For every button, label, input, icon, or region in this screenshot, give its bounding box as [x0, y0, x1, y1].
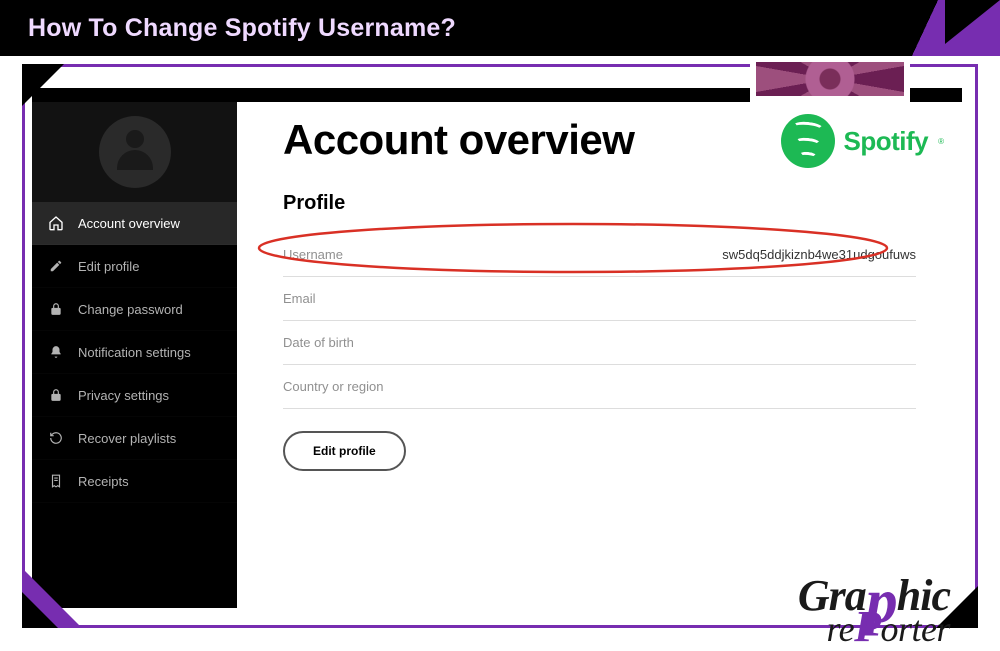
sidebar-item-label: Account overview	[78, 216, 180, 231]
spotify-wordmark: Spotify	[843, 126, 928, 157]
sidebar-item-label: Change password	[78, 302, 183, 317]
lock-icon	[46, 299, 66, 319]
field-label: Email	[283, 291, 316, 306]
profile-field-email: Email	[283, 277, 916, 321]
now-playing-album-art	[750, 56, 910, 102]
home-icon	[46, 213, 66, 233]
receipt-icon	[46, 471, 66, 491]
spotify-account-page: Account overview Edit profile Change pas…	[32, 88, 962, 608]
account-main-panel: Account overview Spotify® Profile Userna…	[237, 88, 962, 608]
bell-icon	[46, 342, 66, 362]
sidebar-nav-list: Account overview Edit profile Change pas…	[32, 202, 237, 503]
watermark-accent-p: p	[866, 585, 897, 617]
spotify-logo-icon	[781, 114, 835, 168]
lock-icon	[46, 385, 66, 405]
profile-field-country: Country or region	[283, 365, 916, 409]
sidebar-item-notification-settings[interactable]: Notification settings	[32, 331, 237, 374]
content-wrapper: Account overview Edit profile Change pas…	[0, 56, 1000, 650]
watermark-text: re	[826, 609, 854, 649]
settings-sidebar: Account overview Edit profile Change pas…	[32, 88, 237, 608]
field-label: Date of birth	[283, 335, 354, 350]
sidebar-item-edit-profile[interactable]: Edit profile	[32, 245, 237, 288]
decorative-corner-top-left	[22, 64, 64, 106]
spotify-logo-badge: Spotify ®	[781, 114, 944, 168]
profile-field-dob: Date of birth	[283, 321, 916, 365]
sidebar-item-recover-playlists[interactable]: Recover playlists	[32, 417, 237, 460]
profile-avatar-area	[32, 102, 237, 202]
decorative-corner-bottom-left	[22, 568, 82, 628]
profile-field-username: Username sw5dq5ddjkiznb4we31udgoufuws	[283, 233, 916, 277]
sidebar-item-label: Receipts	[78, 474, 129, 489]
pencil-icon	[46, 256, 66, 276]
article-header-banner: How To Change Spotify Username?	[0, 0, 1000, 56]
profile-section-heading: Profile	[283, 192, 916, 215]
sidebar-item-label: Recover playlists	[78, 431, 176, 446]
header-accent-triangle	[930, 0, 1000, 56]
sidebar-item-receipts[interactable]: Receipts	[32, 460, 237, 503]
edit-profile-button[interactable]: Edit profile	[283, 431, 406, 471]
watermark-logo: Graphic rePorter	[798, 573, 950, 644]
field-label: Country or region	[283, 379, 383, 394]
album-art-pattern	[756, 62, 904, 96]
sidebar-item-label: Privacy settings	[78, 388, 169, 403]
article-title: How To Change Spotify Username?	[28, 14, 456, 43]
sidebar-item-change-password[interactable]: Change password	[32, 288, 237, 331]
refresh-icon	[46, 428, 66, 448]
registered-mark: ®	[938, 137, 944, 146]
sidebar-item-label: Edit profile	[78, 259, 139, 274]
field-value-username: sw5dq5ddjkiznb4we31udgoufuws	[722, 247, 916, 262]
field-label: Username	[283, 247, 343, 262]
sidebar-item-privacy-settings[interactable]: Privacy settings	[32, 374, 237, 417]
sidebar-item-account-overview[interactable]: Account overview	[32, 202, 237, 245]
sidebar-item-label: Notification settings	[78, 345, 191, 360]
avatar-placeholder-icon	[99, 116, 171, 188]
